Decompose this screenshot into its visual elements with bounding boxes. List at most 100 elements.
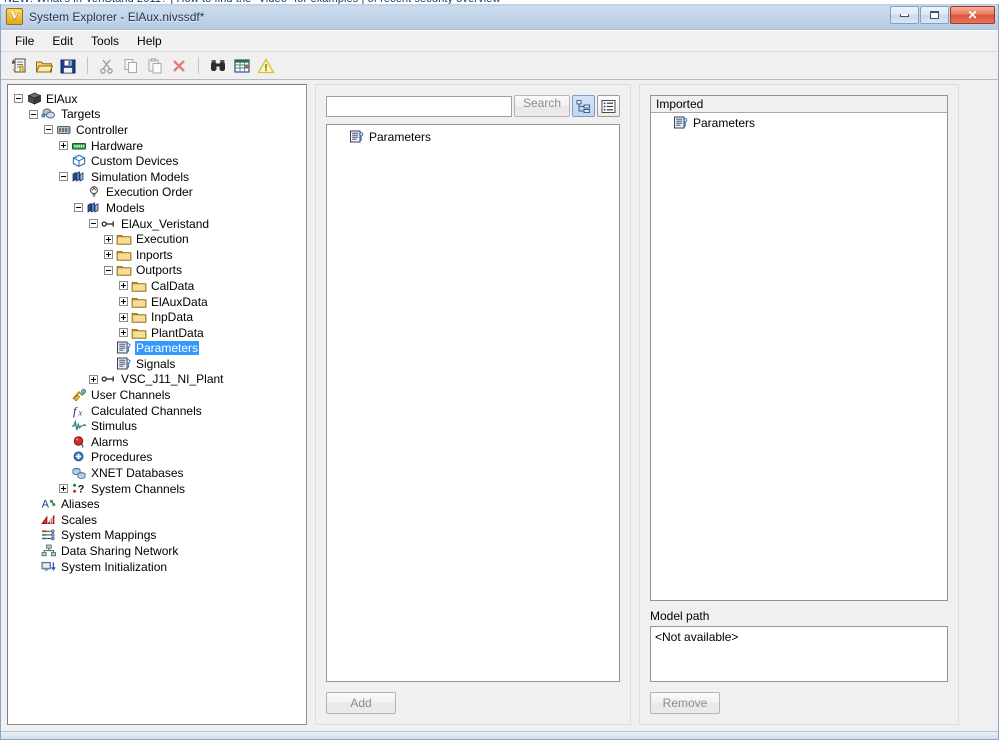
delete-button[interactable] (168, 55, 190, 77)
search-input[interactable] (326, 95, 512, 117)
list-item[interactable]: Parameters (651, 115, 947, 131)
tree-node-stimulus[interactable]: Stimulus (14, 418, 304, 434)
expander-plus-icon[interactable] (89, 374, 98, 384)
menu-help[interactable]: Help (128, 32, 171, 50)
expander-minus-icon[interactable] (44, 125, 53, 135)
channel-table-button[interactable] (231, 55, 253, 77)
paste-button[interactable] (144, 55, 166, 77)
tree-node-label: Controller (76, 122, 129, 137)
tree-node-elaux-veristand[interactable]: ElAux_Veristand (14, 216, 304, 232)
list-item[interactable]: Parameters (327, 129, 619, 145)
expander-plus-icon[interactable] (59, 141, 68, 151)
add-button[interactable]: Add (326, 692, 396, 714)
expander-plus-icon[interactable] (59, 484, 68, 494)
maximize-button[interactable] (920, 6, 949, 24)
tree-node-plantdata[interactable]: PlantData (14, 325, 304, 341)
copy-button[interactable] (120, 55, 142, 77)
tree-node-data-sharing-network[interactable]: Data Sharing Network (14, 543, 304, 559)
expander-plus-icon[interactable] (119, 328, 128, 338)
delete-icon (170, 57, 188, 75)
targets-icon (41, 107, 57, 121)
tree-node-calculated-channels[interactable]: f x Calculated Channels (14, 403, 304, 419)
tree-node-aliases[interactable]: A Aliases (14, 496, 304, 512)
minimize-button[interactable] (890, 6, 919, 24)
list-view-toggle[interactable] (597, 95, 620, 117)
tree-node-parameters[interactable]: Parameters (14, 341, 304, 357)
title-bar: System Explorer - ElAux.nivssdf* ✕ (1, 4, 998, 30)
menu-tools[interactable]: Tools (82, 32, 128, 50)
procedures-icon (71, 450, 87, 464)
tree-node-models[interactable]: Models (14, 200, 304, 216)
warning-button[interactable] (255, 55, 277, 77)
tree-node-outports[interactable]: Outports (14, 263, 304, 279)
tree-node-alarms[interactable]: Alarms (14, 434, 304, 450)
tree-node-execution[interactable]: Execution (14, 231, 304, 247)
paste-icon (146, 57, 164, 75)
available-parameters-list[interactable]: Parameters (326, 124, 620, 682)
warning-icon (257, 57, 275, 75)
tree-node-inpdata[interactable]: InpData (14, 309, 304, 325)
tree-node-caldata[interactable]: CalData (14, 278, 304, 294)
cut-icon (98, 57, 116, 75)
tree-node-label: Targets (61, 107, 101, 122)
tree-node-execution-order[interactable]: Execution Order (14, 185, 304, 201)
tree-node-label: System Channels (91, 481, 186, 496)
expander-minus-icon[interactable] (104, 265, 113, 275)
tree-view-toggle[interactable] (572, 95, 595, 117)
tree-node-inports[interactable]: Inports (14, 247, 304, 263)
open-button[interactable] (33, 55, 55, 77)
tree-node-hardware[interactable]: Hardware (14, 138, 304, 154)
search-button[interactable]: Search (513, 95, 570, 117)
tree-node-user-channels[interactable]: User Channels (14, 387, 304, 403)
find-button[interactable] (207, 55, 229, 77)
remove-button[interactable]: Remove (650, 692, 720, 714)
svg-text:?: ? (78, 483, 85, 495)
tree-node-elauxdata[interactable]: ElAuxData (14, 294, 304, 310)
folder-icon (131, 310, 147, 324)
expander-plus-icon[interactable] (104, 250, 113, 260)
tree-node-procedures[interactable]: Procedures (14, 450, 304, 466)
imported-list[interactable]: Imported Parameters (650, 95, 948, 601)
menu-file[interactable]: File (6, 32, 43, 50)
expander-plus-icon[interactable] (119, 281, 128, 291)
veristand-icon (6, 8, 23, 25)
save-button[interactable] (57, 55, 79, 77)
menu-edit[interactable]: Edit (43, 32, 82, 50)
system-definition-tree[interactable]: ElAux Targets Controller Hardware Custom… (7, 84, 307, 725)
model-path-value[interactable]: <Not available> (650, 626, 948, 682)
tree-node-targets[interactable]: Targets (14, 107, 304, 123)
tree-node-vsc-j11-ni-plant[interactable]: VSC_J11_NI_Plant (14, 372, 304, 388)
find-icon (209, 57, 227, 75)
close-button[interactable]: ✕ (950, 6, 995, 24)
expander-minus-icon[interactable] (59, 172, 68, 182)
expander-plus-icon[interactable] (119, 312, 128, 322)
tree-node-system-channels[interactable]: ? System Channels (14, 481, 304, 497)
cut-button[interactable] (96, 55, 118, 77)
tree-node-scales[interactable]: Scales (14, 512, 304, 528)
expander-minus-icon[interactable] (74, 203, 83, 213)
folder-icon (116, 232, 132, 246)
tree-node-xnet-databases[interactable]: XNET Databases (14, 465, 304, 481)
tree-node-controller[interactable]: Controller (14, 122, 304, 138)
list-view-icon (601, 99, 616, 114)
tree-node-simulation-models[interactable]: Simulation Models (14, 169, 304, 185)
tree-node-signals[interactable]: Signals (14, 356, 304, 372)
tree-node-elaux[interactable]: ElAux (14, 91, 304, 107)
tree-node-label: Hardware (91, 138, 144, 153)
tree-node-custom-devices[interactable]: Custom Devices (14, 153, 304, 169)
expander-plus-icon[interactable] (119, 297, 128, 307)
expander-minus-icon[interactable] (89, 219, 98, 229)
expander-minus-icon[interactable] (14, 94, 23, 104)
tree-node-label: Scales (61, 512, 98, 527)
expander-plus-icon[interactable] (104, 234, 113, 244)
new-project-button[interactable] (9, 55, 31, 77)
parameters-icon (673, 116, 689, 130)
alarms-icon (71, 435, 87, 449)
tree-node-system-mappings[interactable]: System Mappings (14, 528, 304, 544)
expander-minus-icon[interactable] (29, 109, 38, 119)
tree-node-system-initialization[interactable]: System Initialization (14, 559, 304, 575)
